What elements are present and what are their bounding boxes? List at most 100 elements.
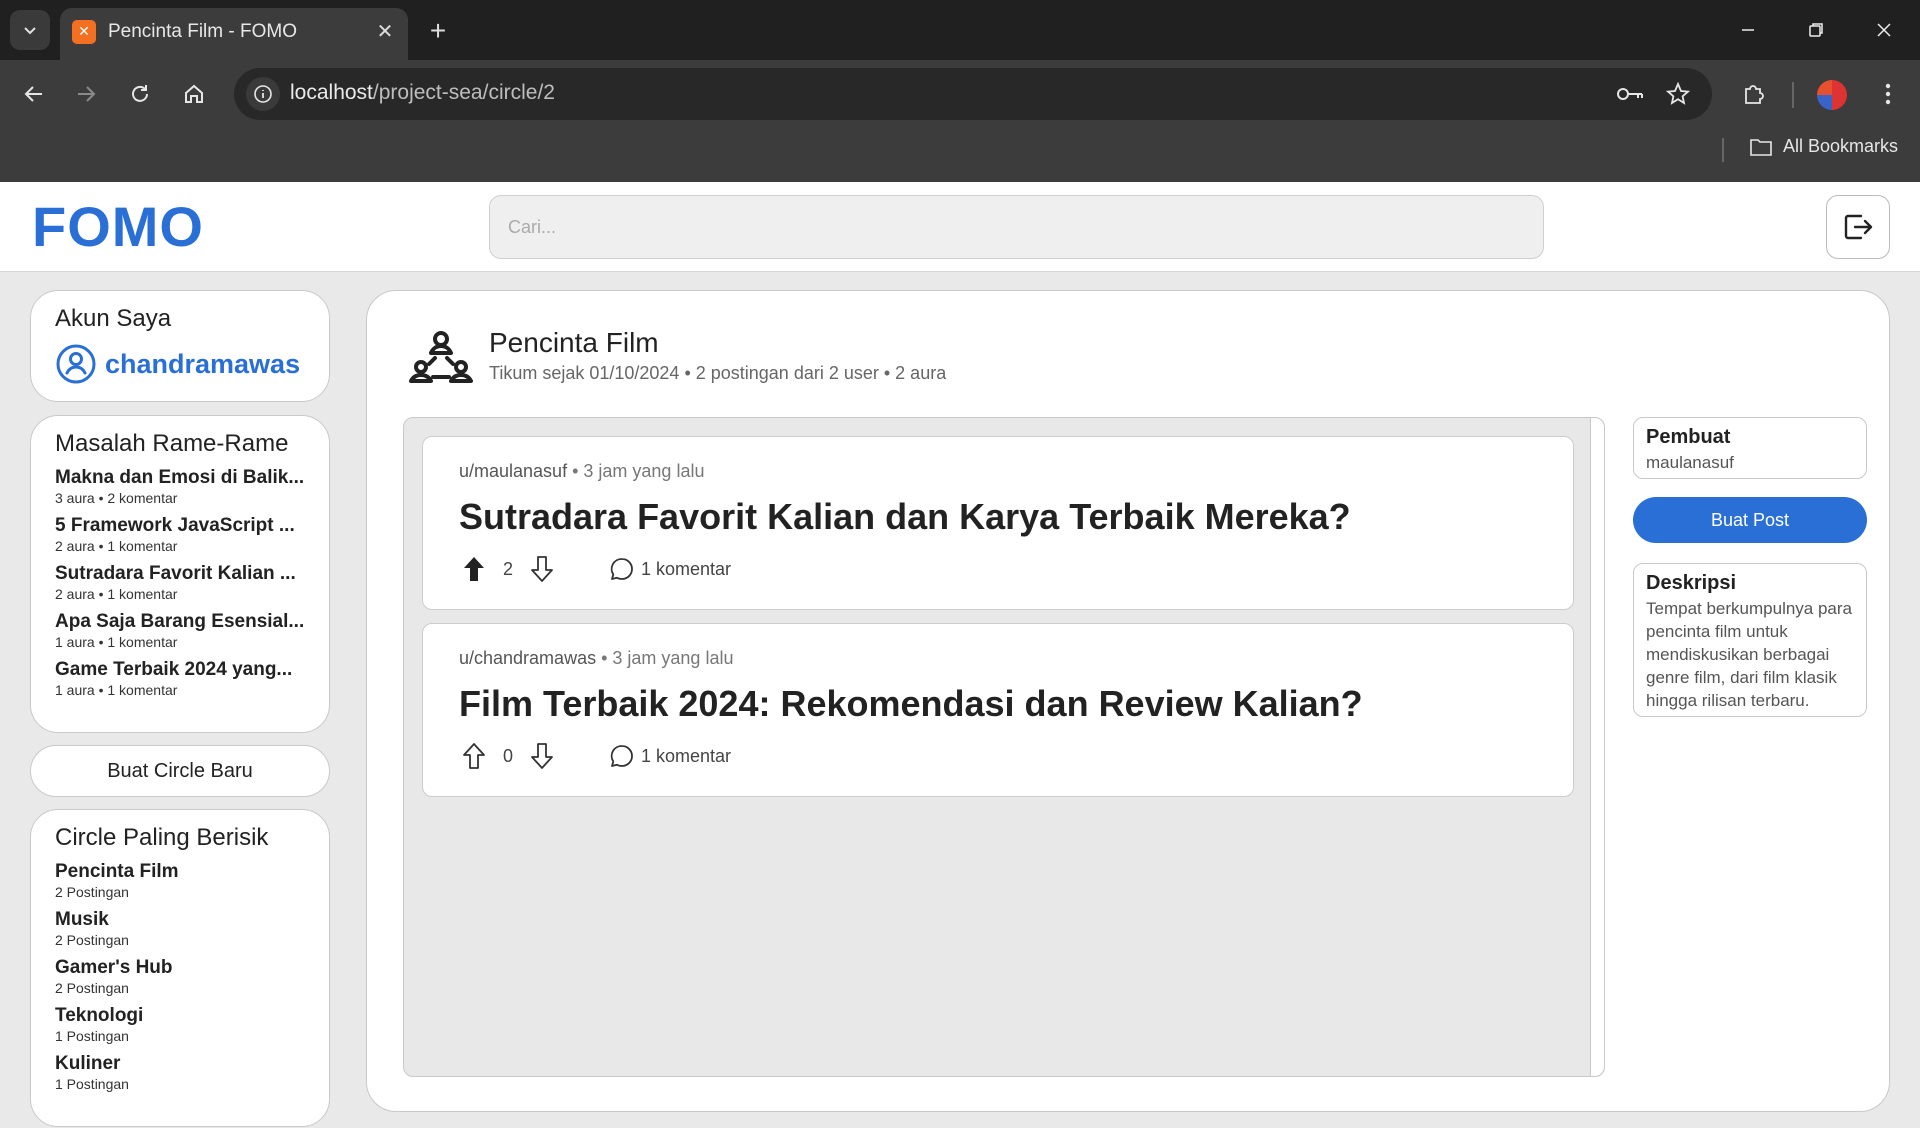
puzzle-icon bbox=[1745, 85, 1764, 104]
post-time: • 3 jam yang lalu bbox=[572, 461, 705, 481]
circle-list-name: Gamer's Hub bbox=[55, 957, 173, 978]
create-post-button[interactable]: Buat Post bbox=[1633, 497, 1867, 543]
new-tab-button[interactable]: + bbox=[420, 14, 456, 50]
post-feed: u/maulanasuf • 3 jam yang lalu Sutradara… bbox=[403, 417, 1605, 1077]
circle-list-item[interactable]: Musik 2 Postingan bbox=[55, 909, 305, 948]
vote-count: 0 bbox=[502, 745, 513, 766]
trending-item-meta: 2 aura • 1 komentar bbox=[55, 538, 178, 554]
circle-main-panel: Pencinta Film Tikum sejak 01/10/2024 • 2… bbox=[366, 290, 1890, 1112]
reload-icon bbox=[132, 85, 148, 102]
circle-header: Pencinta Film Tikum sejak 01/10/2024 • 2… bbox=[405, 319, 946, 391]
back-button[interactable] bbox=[16, 76, 52, 112]
post-author[interactable]: u/chandramawas bbox=[459, 648, 596, 668]
tab-close-icon[interactable]: ✕ bbox=[374, 21, 396, 43]
bookmarks-separator bbox=[1722, 138, 1724, 162]
comment-button[interactable]: 1 komentar bbox=[609, 743, 731, 769]
more-vertical-icon bbox=[1885, 83, 1891, 105]
trending-item[interactable]: Makna dan Emosi di Balik... 3 aura • 2 k… bbox=[55, 467, 305, 506]
post-actions: 2 1 komentar bbox=[459, 554, 1537, 584]
post-title[interactable]: Sutradara Favorit Kalian dan Karya Terba… bbox=[459, 496, 1537, 538]
comment-count: 1 komentar bbox=[641, 745, 732, 766]
info-icon bbox=[254, 85, 272, 103]
circle-list-meta: 2 Postingan bbox=[55, 932, 129, 948]
minimize-button[interactable] bbox=[1726, 12, 1770, 48]
url-text[interactable]: localhost/project-sea/circle/2 bbox=[290, 81, 555, 105]
extensions-button[interactable] bbox=[1736, 76, 1772, 112]
post-card[interactable]: u/chandramawas • 3 jam yang lalu Film Te… bbox=[422, 623, 1574, 797]
post-actions: 0 1 komentar bbox=[459, 741, 1537, 771]
circle-list-meta: 2 Postingan bbox=[55, 884, 129, 900]
arrow-down-icon bbox=[531, 743, 553, 769]
trending-item[interactable]: 5 Framework JavaScript ... 2 aura • 1 ko… bbox=[55, 515, 305, 554]
reload-button[interactable] bbox=[122, 76, 158, 112]
description-label: Deskripsi bbox=[1646, 572, 1737, 594]
trending-card: Masalah Rame-Rame Makna dan Emosi di Bal… bbox=[30, 415, 330, 733]
url-host: localhost bbox=[290, 81, 373, 104]
description-text: Tempat berkumpulnya para pencinta film u… bbox=[1646, 599, 1853, 710]
site-header: FOMO bbox=[0, 182, 1920, 272]
trending-item-meta: 1 aura • 1 komentar bbox=[55, 682, 178, 698]
creator-name[interactable]: maulanasuf bbox=[1646, 451, 1854, 474]
browser-menu-button[interactable] bbox=[1870, 76, 1906, 112]
account-username: chandramawas bbox=[105, 348, 301, 379]
circle-list-item[interactable]: Kuliner 1 Postingan bbox=[55, 1053, 305, 1092]
circle-list-meta: 1 Postingan bbox=[55, 1028, 129, 1044]
account-user-link[interactable]: chandramawas bbox=[55, 343, 305, 385]
url-path: /project-sea/circle/2 bbox=[372, 81, 555, 104]
downvote-button[interactable] bbox=[527, 741, 557, 771]
folder-icon bbox=[1750, 138, 1772, 156]
post-author[interactable]: u/maulanasuf bbox=[459, 461, 567, 481]
search-input[interactable] bbox=[489, 195, 1544, 259]
circle-list-meta: 2 Postingan bbox=[55, 980, 129, 996]
trending-item-title: Apa Saja Barang Esensial... bbox=[55, 611, 305, 632]
trending-item-title: Sutradara Favorit Kalian ... bbox=[55, 563, 296, 584]
circle-list-item[interactable]: Teknologi 1 Postingan bbox=[55, 1005, 305, 1044]
trending-item[interactable]: Sutradara Favorit Kalian ... 2 aura • 1 … bbox=[55, 563, 305, 602]
trending-item[interactable]: Apa Saja Barang Esensial... 1 aura • 1 k… bbox=[55, 611, 305, 650]
address-bar[interactable]: localhost/project-sea/circle/2 bbox=[234, 68, 1712, 120]
browser-tab-active[interactable]: ✕ Pencinta Film - FOMO ✕ bbox=[60, 8, 408, 60]
browser-chrome: ✕ Pencinta Film - FOMO ✕ + localhost/pro… bbox=[0, 0, 1920, 182]
vote-count: 2 bbox=[502, 558, 513, 579]
circle-list-item[interactable]: Pencinta Film 2 Postingan bbox=[55, 861, 305, 900]
post-time: • 3 jam yang lalu bbox=[601, 648, 734, 668]
downvote-button[interactable] bbox=[527, 554, 557, 584]
all-bookmarks-button[interactable]: All Bookmarks bbox=[1749, 136, 1898, 157]
arrow-up-icon bbox=[463, 743, 485, 769]
site-logo[interactable]: FOMO bbox=[32, 194, 204, 259]
trending-item-title: 5 Framework JavaScript ... bbox=[55, 515, 295, 536]
circle-list-item[interactable]: Gamer's Hub 2 Postingan bbox=[55, 957, 305, 996]
logout-button[interactable] bbox=[1826, 195, 1890, 259]
close-window-button[interactable] bbox=[1862, 12, 1906, 48]
site-info-button[interactable] bbox=[246, 77, 280, 111]
post-meta: u/maulanasuf • 3 jam yang lalu bbox=[459, 461, 1537, 482]
bookmark-star-button[interactable] bbox=[1660, 76, 1696, 112]
chevron-down-icon bbox=[24, 27, 36, 35]
comment-bubble-icon bbox=[610, 745, 633, 767]
trending-item[interactable]: Game Terbaik 2024 yang... 1 aura • 1 kom… bbox=[55, 659, 305, 698]
create-circle-button[interactable]: Buat Circle Baru bbox=[30, 745, 330, 797]
trending-item-meta: 2 aura • 1 komentar bbox=[55, 586, 178, 602]
home-button[interactable] bbox=[176, 76, 212, 112]
community-group-icon bbox=[409, 331, 473, 383]
tab-title: Pencinta Film - FOMO bbox=[108, 21, 297, 42]
trending-item-title: Game Terbaik 2024 yang... bbox=[55, 659, 293, 680]
user-circle-icon bbox=[56, 344, 96, 384]
forward-button[interactable] bbox=[68, 76, 104, 112]
comment-button[interactable]: 1 komentar bbox=[609, 556, 731, 582]
xampp-favicon-icon: ✕ bbox=[72, 20, 96, 44]
trending-item-meta: 1 aura • 1 komentar bbox=[55, 634, 178, 650]
feed-scrollbar[interactable] bbox=[1590, 418, 1604, 1076]
tab-search-button[interactable] bbox=[10, 10, 50, 50]
restore-button[interactable] bbox=[1794, 12, 1838, 48]
post-title[interactable]: Film Terbaik 2024: Rekomendasi dan Revie… bbox=[459, 683, 1537, 725]
upvote-button[interactable] bbox=[459, 741, 489, 771]
restore-icon bbox=[1809, 23, 1823, 37]
password-key-button[interactable] bbox=[1612, 76, 1648, 112]
profile-avatar[interactable] bbox=[1817, 80, 1847, 110]
trending-item-title: Makna dan Emosi di Balik... bbox=[55, 467, 305, 488]
close-icon bbox=[1877, 23, 1891, 37]
upvote-button[interactable] bbox=[459, 554, 489, 584]
toolbar-separator bbox=[1792, 82, 1794, 108]
post-card[interactable]: u/maulanasuf • 3 jam yang lalu Sutradara… bbox=[422, 436, 1574, 610]
